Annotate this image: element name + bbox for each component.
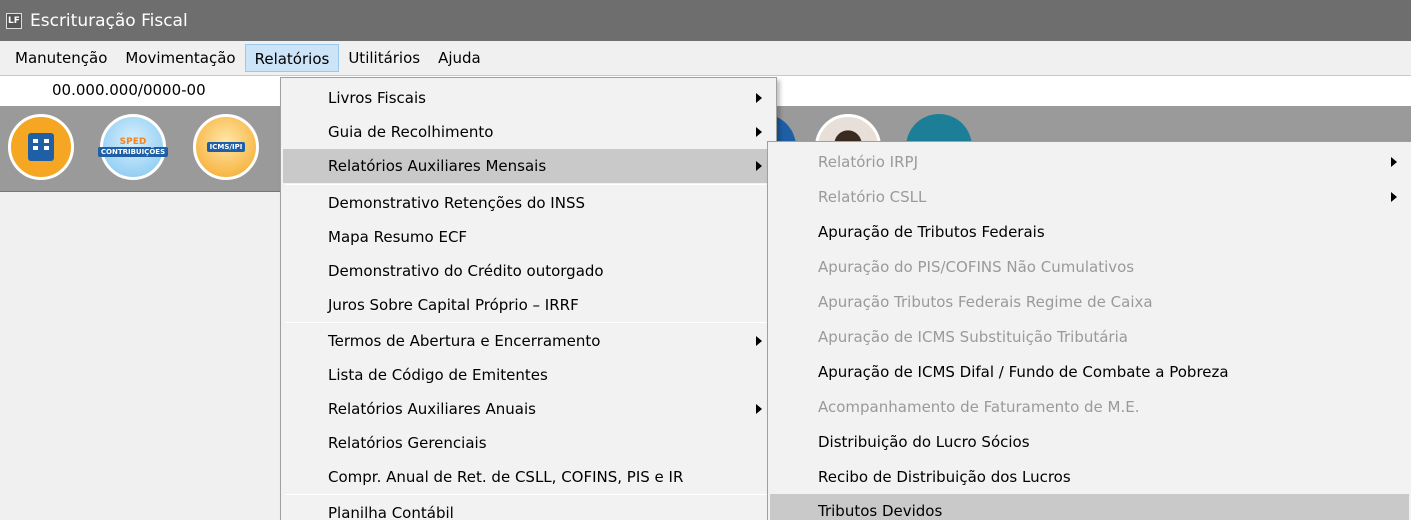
menu-item-label: Apuração de Tributos Federais	[818, 223, 1045, 241]
menu-item-label: Compr. Anual de Ret. de CSLL, COFINS, PI…	[328, 468, 684, 486]
menu-item-label: Relatórios Auxiliares Anuais	[328, 400, 536, 418]
title-bar: LF Escrituração Fiscal	[0, 0, 1411, 41]
menu-item-relatorios-auxiliares-mensais[interactable]: Relatórios Auxiliares Mensais	[283, 149, 774, 183]
submenu-item-tributos-devidos[interactable]: Tributos Devidos	[770, 494, 1409, 520]
menu-item-planilha-contabil[interactable]: Planilha Contábil	[283, 496, 774, 520]
menu-item-compr-anual[interactable]: Compr. Anual de Ret. de CSLL, COFINS, PI…	[283, 460, 774, 494]
submenu-arrow-icon	[756, 336, 762, 346]
sped-contribuicoes-label: CONTRIBUIÇÕES	[97, 147, 169, 157]
submenu-item-csll: Relatório CSLL	[770, 180, 1409, 214]
menu-item-label: Apuração Tributos Federais Regime de Cai…	[818, 293, 1153, 311]
menu-item-demonstrativo-inss[interactable]: Demonstrativo Retenções do INSS	[283, 186, 774, 220]
menu-item-mapa-resumo-ecf[interactable]: Mapa Resumo ECF	[283, 220, 774, 254]
menu-item-label: Termos de Abertura e Encerramento	[328, 332, 601, 350]
submenu-item-recibo-distribuicao[interactable]: Recibo de Distribuição dos Lucros	[770, 460, 1409, 494]
menu-item-label: Guia de Recolhimento	[328, 123, 494, 141]
menu-item-label: Distribuição do Lucro Sócios	[818, 433, 1030, 451]
menu-item-label: Relatórios Auxiliares Mensais	[328, 157, 547, 175]
menu-utilitarios[interactable]: Utilitários	[339, 44, 429, 72]
relatorios-menu: Livros Fiscais Guia de Recolhimento Rela…	[280, 77, 777, 520]
menu-bar: Manutenção Movimentação Relatórios Utili…	[0, 41, 1411, 75]
menu-item-label: Recibo de Distribuição dos Lucros	[818, 468, 1071, 486]
menu-item-label: Livros Fiscais	[328, 89, 426, 107]
submenu-item-faturamento-me: Acompanhamento de Faturamento de M.E.	[770, 390, 1409, 424]
submenu-arrow-icon	[1391, 157, 1397, 167]
menu-item-lista-emitentes[interactable]: Lista de Código de Emitentes	[283, 358, 774, 392]
menu-item-juros-capital-proprio[interactable]: Juros Sobre Capital Próprio – IRRF	[283, 288, 774, 322]
menu-manutencao[interactable]: Manutenção	[6, 44, 116, 72]
menu-item-relatorios-gerenciais[interactable]: Relatórios Gerenciais	[283, 426, 774, 460]
icms-ipi-label: ICMS/IPI	[206, 142, 246, 152]
submenu-item-icms-st: Apuração de ICMS Substituição Tributária	[770, 320, 1409, 354]
menu-item-credito-outorgado[interactable]: Demonstrativo do Crédito outorgado	[283, 254, 774, 288]
menu-separator	[285, 184, 772, 185]
submenu-item-icms-difal[interactable]: Apuração de ICMS Difal / Fundo de Combat…	[770, 355, 1409, 389]
menu-item-label: Lista de Código de Emitentes	[328, 366, 548, 384]
menu-item-label: Relatório IRPJ	[818, 153, 918, 171]
menu-item-label: Apuração de ICMS Difal / Fundo de Combat…	[818, 363, 1229, 381]
menu-item-livros-fiscais[interactable]: Livros Fiscais	[283, 81, 774, 115]
menu-item-label: Planilha Contábil	[328, 504, 454, 520]
submenu-item-tributos-federais[interactable]: Apuração de Tributos Federais	[770, 215, 1409, 249]
cnpj-label: 00.000.000/0000-00	[52, 81, 206, 99]
menu-item-relatorios-auxiliares-anuais[interactable]: Relatórios Auxiliares Anuais	[283, 392, 774, 426]
submenu-arrow-icon	[756, 161, 762, 171]
sped-icms-ipi-icon[interactable]: ICMS/IPI	[193, 114, 259, 180]
company-building-icon[interactable]	[8, 114, 74, 180]
menu-item-label: Mapa Resumo ECF	[328, 228, 468, 246]
submenu-item-pis-cofins: Apuração do PIS/COFINS Não Cumulativos	[770, 250, 1409, 284]
menu-item-label: Acompanhamento de Faturamento de M.E.	[818, 398, 1140, 416]
menu-movimentacao[interactable]: Movimentação	[116, 44, 244, 72]
menu-relatorios[interactable]: Relatórios	[244, 44, 340, 72]
menu-item-termos-abertura[interactable]: Termos de Abertura e Encerramento	[283, 324, 774, 358]
menu-separator	[285, 494, 772, 495]
sped-contribuicoes-icon[interactable]: SPED CONTRIBUIÇÕES	[97, 114, 169, 180]
app-icon: LF	[6, 12, 22, 29]
menu-item-label: Relatórios Gerenciais	[328, 434, 487, 452]
menu-separator	[285, 322, 772, 323]
menu-item-label: Tributos Devidos	[818, 502, 943, 520]
submenu-arrow-icon	[756, 404, 762, 414]
menu-item-label: Apuração do PIS/COFINS Não Cumulativos	[818, 258, 1135, 276]
menu-item-label: Juros Sobre Capital Próprio – IRRF	[328, 296, 579, 314]
menu-item-label: Relatório CSLL	[818, 188, 927, 206]
submenu-item-irpj: Relatório IRPJ	[770, 145, 1409, 179]
submenu-item-regime-caixa: Apuração Tributos Federais Regime de Cai…	[770, 285, 1409, 319]
menu-item-guia-recolhimento[interactable]: Guia de Recolhimento	[283, 115, 774, 149]
submenu-arrow-icon	[756, 127, 762, 137]
submenu-arrow-icon	[1391, 192, 1397, 202]
menu-item-label: Apuração de ICMS Substituição Tributária	[818, 328, 1128, 346]
sped-label: SPED	[119, 137, 147, 147]
window-title: Escrituração Fiscal	[30, 10, 188, 31]
menu-item-label: Demonstrativo do Crédito outorgado	[328, 262, 604, 280]
menu-item-label: Demonstrativo Retenções do INSS	[328, 194, 585, 212]
relatorios-mensais-submenu: Relatório IRPJ Relatório CSLL Apuração d…	[767, 141, 1411, 520]
submenu-item-distribuicao-lucro[interactable]: Distribuição do Lucro Sócios	[770, 425, 1409, 459]
menu-ajuda[interactable]: Ajuda	[429, 44, 490, 72]
submenu-arrow-icon	[756, 93, 762, 103]
